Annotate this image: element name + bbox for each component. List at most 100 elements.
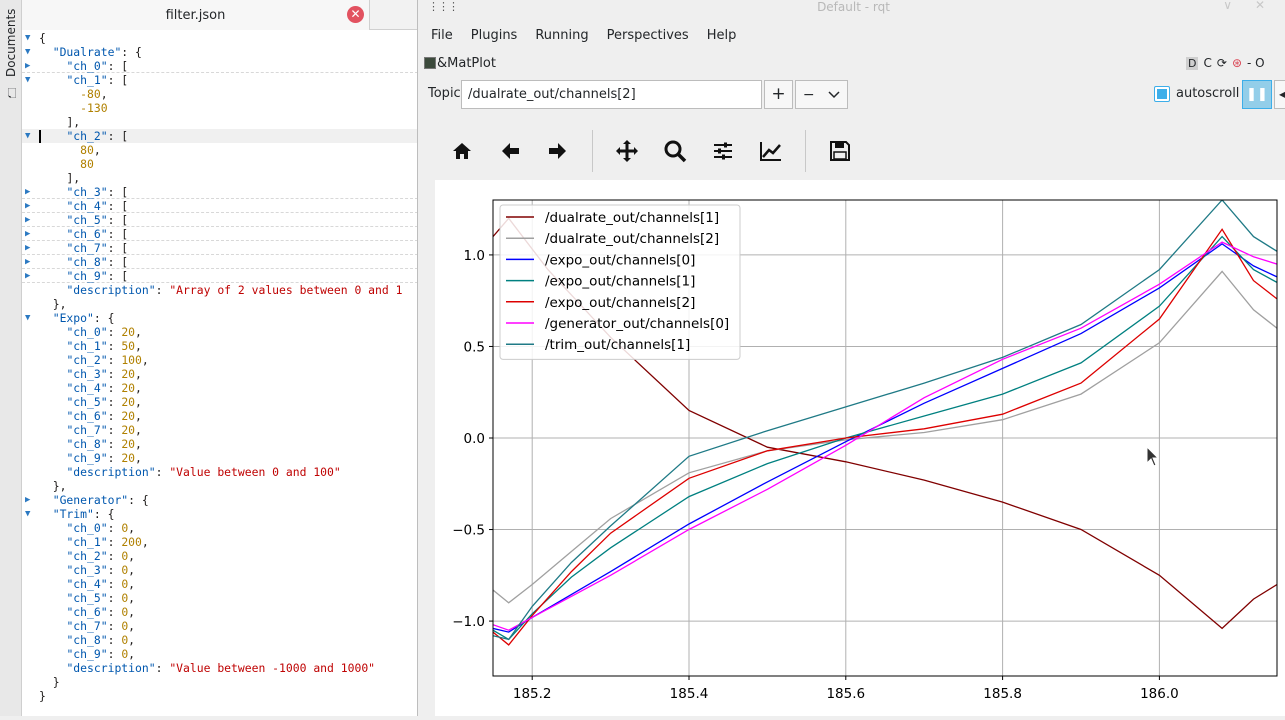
pause-icon: ❚❚ xyxy=(1246,87,1268,102)
code-line[interactable]: "ch_2": 100, xyxy=(22,353,417,367)
close-plugin-button[interactable]: - O xyxy=(1247,56,1265,70)
code-line[interactable]: }, xyxy=(22,297,417,311)
code-line[interactable]: ▶ "ch_0": [ xyxy=(22,59,417,73)
code-line[interactable]: "ch_7": 0, xyxy=(22,619,417,633)
code-line[interactable]: "ch_9": 0, xyxy=(22,647,417,661)
legend-label: /dualrate_out/channels[2] xyxy=(545,231,719,247)
code-line[interactable]: ], xyxy=(22,115,417,129)
code-line[interactable]: "description": "Value between 0 and 100" xyxy=(22,465,417,479)
code-line[interactable]: ▶ "ch_4": [ xyxy=(22,199,417,213)
fold-closed-icon[interactable]: ▶ xyxy=(25,227,35,241)
autoscroll-checkbox[interactable] xyxy=(1154,86,1170,102)
menu-plugins[interactable]: Plugins xyxy=(462,22,527,50)
editor-tab-filter-json[interactable]: filter.json xyxy=(22,0,370,30)
back-button[interactable] xyxy=(486,128,534,174)
code-line[interactable]: "ch_6": 0, xyxy=(22,605,417,619)
code-line[interactable]: -130 xyxy=(22,101,417,115)
forward-button[interactable] xyxy=(534,128,582,174)
code-line[interactable]: 80 xyxy=(22,157,417,171)
fold-open-icon[interactable]: ▼ xyxy=(25,73,35,87)
code-view[interactable]: ▼{▼ "Dualrate": {▶ "ch_0": [▼ "ch_1": [ … xyxy=(22,31,417,703)
code-line[interactable]: "ch_8": 20, xyxy=(22,437,417,451)
fold-open-icon[interactable]: ▼ xyxy=(25,129,35,143)
code-line[interactable]: "ch_3": 20, xyxy=(22,367,417,381)
code-line[interactable]: }, xyxy=(22,479,417,493)
code-line[interactable]: "description": "Array of 2 values betwee… xyxy=(22,283,417,297)
legend-label: /trim_out/channels[1] xyxy=(545,337,690,353)
y-tick-label: −1.0 xyxy=(452,614,485,630)
code-line[interactable]: "ch_1": 50, xyxy=(22,339,417,353)
pause-button[interactable]: ❚❚ xyxy=(1242,80,1272,109)
fold-open-icon[interactable]: ▼ xyxy=(25,31,35,45)
dock-button[interactable]: D xyxy=(1186,56,1199,70)
reload-icon[interactable]: ⟳ xyxy=(1217,56,1227,70)
home-button[interactable] xyxy=(438,128,486,174)
code-line[interactable]: 80, xyxy=(22,143,417,157)
code-line[interactable]: } xyxy=(22,689,417,703)
code-line[interactable]: "ch_6": 20, xyxy=(22,409,417,423)
code-line[interactable]: -80, xyxy=(22,87,417,101)
code-line[interactable]: ▶ "ch_9": [ xyxy=(22,269,417,283)
fold-closed-icon[interactable]: ▶ xyxy=(25,199,35,213)
code-line[interactable]: ▶ "Generator": { xyxy=(22,493,417,507)
code-line[interactable]: ▶ "ch_5": [ xyxy=(22,213,417,227)
code-line[interactable]: ▶ "ch_3": [ xyxy=(22,185,417,199)
code-line[interactable]: "ch_8": 0, xyxy=(22,633,417,647)
code-line[interactable]: ▶ "ch_6": [ xyxy=(22,227,417,241)
menu-perspectives[interactable]: Perspectives xyxy=(598,22,698,50)
code-line[interactable]: ▼{ xyxy=(22,31,417,45)
code-line[interactable]: "ch_9": 20, xyxy=(22,451,417,465)
code-text: "ch_7": [ xyxy=(66,241,129,255)
fold-open-icon[interactable]: ▼ xyxy=(25,311,35,325)
fold-closed-icon[interactable]: ▶ xyxy=(25,493,35,507)
code-line[interactable]: ▼ "Dualrate": { xyxy=(22,45,417,59)
code-text: "ch_3": 20, xyxy=(66,367,142,381)
code-line[interactable]: } xyxy=(22,675,417,689)
fold-closed-icon[interactable]: ▶ xyxy=(25,59,35,73)
pan-button[interactable] xyxy=(603,128,651,174)
close-tab-icon[interactable]: ✕ xyxy=(347,6,364,23)
subplots-button[interactable] xyxy=(699,128,747,174)
edit-curves-button[interactable] xyxy=(747,128,795,174)
code-line[interactable]: "ch_3": 0, xyxy=(22,563,417,577)
code-line[interactable]: ▼ "Trim": { xyxy=(22,507,417,521)
code-line[interactable]: ], xyxy=(22,171,417,185)
fold-closed-icon[interactable]: ▶ xyxy=(25,241,35,255)
documents-dock-tab[interactable]: 🗋 Documents xyxy=(2,4,20,100)
code-line[interactable]: ▶ "ch_7": [ xyxy=(22,241,417,255)
fold-closed-icon[interactable]: ▶ xyxy=(25,269,35,283)
remove-topic-button[interactable]: − xyxy=(795,80,848,109)
code-line[interactable]: "ch_0": 0, xyxy=(22,521,417,535)
topic-input[interactable] xyxy=(461,80,762,109)
zoom-button[interactable] xyxy=(651,128,699,174)
code-line[interactable]: "ch_4": 20, xyxy=(22,381,417,395)
help-icon[interactable]: ⊛ xyxy=(1232,56,1242,70)
fold-closed-icon[interactable]: ▶ xyxy=(25,185,35,199)
code-line[interactable]: "ch_1": 200, xyxy=(22,535,417,549)
code-line[interactable]: ▼ "ch_2": [ xyxy=(22,129,417,143)
fold-closed-icon[interactable]: ▶ xyxy=(25,255,35,269)
code-line[interactable]: "ch_4": 0, xyxy=(22,577,417,591)
menu-help[interactable]: Help xyxy=(698,22,746,50)
code-line[interactable]: "description": "Value between -1000 and … xyxy=(22,661,417,675)
code-line[interactable]: "ch_7": 20, xyxy=(22,423,417,437)
code-line[interactable]: ▶ "ch_8": [ xyxy=(22,255,417,269)
clear-button[interactable]: ◀ xyxy=(1274,80,1285,109)
save-figure-button[interactable] xyxy=(816,128,864,174)
menu-running[interactable]: Running xyxy=(526,22,597,50)
code-line[interactable]: "ch_5": 0, xyxy=(22,591,417,605)
code-line[interactable]: ▼ "ch_1": [ xyxy=(22,73,417,87)
fold-closed-icon[interactable]: ▶ xyxy=(25,213,35,227)
code-line[interactable]: "ch_2": 0, xyxy=(22,549,417,563)
fold-open-icon[interactable]: ▼ xyxy=(25,45,35,59)
menu-file[interactable]: File xyxy=(422,22,462,50)
minimize-icon[interactable]: ∨ xyxy=(1223,0,1232,12)
add-topic-button[interactable]: + xyxy=(764,80,793,109)
close-window-icon[interactable]: ✕ xyxy=(1255,0,1265,12)
window-controls[interactable]: ∨ ✕ xyxy=(1223,0,1265,12)
fold-open-icon[interactable]: ▼ xyxy=(25,507,35,521)
configure-button[interactable]: C xyxy=(1203,56,1211,70)
code-line[interactable]: "ch_0": 20, xyxy=(22,325,417,339)
code-line[interactable]: "ch_5": 20, xyxy=(22,395,417,409)
code-line[interactable]: ▼ "Expo": { xyxy=(22,311,417,325)
